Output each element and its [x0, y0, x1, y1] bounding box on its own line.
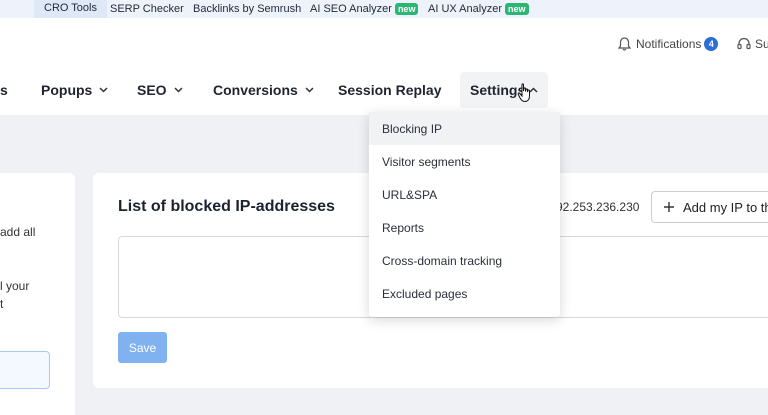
nav-item-partial[interactable]: s — [0, 82, 8, 98]
nav-label: Conversions — [213, 82, 298, 98]
left-panel-text: add all — [0, 225, 36, 239]
bell-icon — [618, 37, 631, 51]
chevron-down-icon — [174, 87, 183, 93]
left-panel-text: l your — [0, 279, 30, 293]
nav-conversions[interactable]: Conversions — [213, 82, 314, 98]
app-header — [0, 18, 768, 115]
tool-label: AI UX Analyzer — [428, 2, 502, 15]
left-panel: add all l your t — [0, 173, 75, 415]
headset-icon — [737, 37, 751, 50]
plus-icon — [664, 202, 674, 212]
tool-ai-seo-analyzer[interactable]: AI SEO Analyzer new — [310, 0, 419, 18]
nav-settings[interactable]: Settings — [460, 72, 549, 108]
tool-label: SERP Checker — [110, 2, 184, 15]
tool-serp-checker[interactable]: SERP Checker — [110, 0, 184, 18]
card-title: List of blocked IP-addresses — [118, 198, 335, 215]
chevron-down-icon — [305, 87, 314, 93]
tool-backlinks[interactable]: Backlinks by Semrush — [193, 0, 301, 18]
nav-label: SEO — [137, 82, 167, 98]
left-panel-input[interactable] — [0, 351, 50, 389]
menu-item-url-spa[interactable]: URL&SPA — [369, 178, 560, 211]
current-ip: 92.253.236.230 — [556, 200, 640, 214]
nav-session-replay[interactable]: Session Replay — [338, 82, 442, 98]
new-badge: new — [504, 3, 529, 15]
settings-dropdown: Blocking IP Visitor segments URL&SPA Rep… — [369, 112, 560, 317]
menu-item-excluded-pages[interactable]: Excluded pages — [369, 277, 560, 310]
tool-label: AI SEO Analyzer — [310, 2, 392, 15]
nav-label: s — [0, 82, 8, 98]
save-button[interactable]: Save — [118, 332, 167, 363]
left-panel-text: t — [0, 297, 4, 311]
notifications-button[interactable]: Notifications 4 — [618, 37, 719, 51]
tool-cro-tools[interactable]: CRO Tools — [34, 0, 107, 18]
tool-ai-ux-analyzer[interactable]: AI UX Analyzer new — [428, 0, 529, 18]
hand-cursor-icon — [517, 83, 530, 103]
add-my-ip-button[interactable]: Add my IP to the — [651, 191, 768, 223]
support-label: Su — [755, 37, 768, 51]
tools-bar: CRO Tools SERP Checker Backlinks by Semr… — [0, 0, 768, 18]
add-my-ip-label: Add my IP to the — [683, 199, 768, 215]
menu-item-cross-domain-tracking[interactable]: Cross-domain tracking — [369, 244, 560, 277]
notifications-label: Notifications — [636, 37, 702, 51]
tool-label: Backlinks by Semrush — [193, 2, 302, 15]
nav-seo[interactable]: SEO — [137, 82, 183, 98]
tool-label: CRO Tools — [44, 1, 97, 14]
menu-item-reports[interactable]: Reports — [369, 211, 560, 244]
notifications-count-badge: 4 — [704, 37, 719, 51]
menu-item-visitor-segments[interactable]: Visitor segments — [369, 145, 560, 178]
nav-label: Session Replay — [338, 82, 442, 98]
nav-label: Popups — [41, 82, 93, 98]
support-button[interactable]: Su — [737, 37, 768, 51]
menu-item-blocking-ip[interactable]: Blocking IP — [369, 112, 560, 145]
new-badge: new — [394, 3, 419, 15]
chevron-down-icon — [99, 87, 108, 93]
nav-popups[interactable]: Popups — [41, 82, 108, 98]
